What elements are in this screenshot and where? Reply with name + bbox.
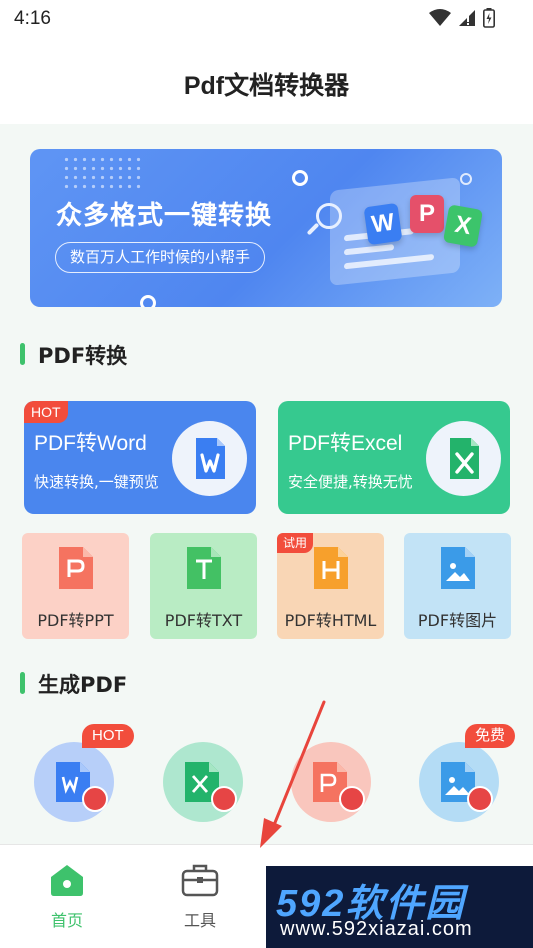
image-doc-icon bbox=[441, 547, 475, 589]
signal-icon bbox=[459, 10, 475, 26]
banner-ring-decoration bbox=[460, 173, 472, 185]
txt-doc-icon bbox=[187, 547, 221, 589]
main-content[interactable]: 众多格式一键转换 数百万人工作时候的小帮手 W P X PDF转换 HOT PD… bbox=[0, 124, 533, 844]
tab-label: 首页 bbox=[50, 911, 83, 930]
card-label: PDF转图片 bbox=[417, 611, 498, 630]
home-icon bbox=[51, 865, 83, 896]
section-title-pdf-convert: PDF转换 bbox=[20, 340, 127, 370]
pdf-to-txt-card[interactable]: PDF转TXT bbox=[150, 533, 257, 639]
html-doc-icon bbox=[314, 547, 348, 589]
word-tile-icon: W bbox=[363, 202, 403, 246]
ppt-doc-icon bbox=[59, 547, 93, 589]
banner-dots-decoration bbox=[62, 155, 142, 191]
pdf-to-ppt-card[interactable]: PDF转PPT bbox=[22, 533, 129, 639]
card-subtitle: 快速转换,一键预览 bbox=[34, 473, 159, 491]
excel-doc-icon bbox=[426, 421, 501, 496]
pdf-to-image-card[interactable]: PDF转图片 bbox=[404, 533, 511, 639]
hot-badge: HOT bbox=[82, 724, 134, 748]
promo-banner[interactable]: 众多格式一键转换 数百万人工作时候的小帮手 W P X bbox=[30, 149, 502, 307]
magnifier-handle bbox=[306, 222, 320, 236]
free-badge: 免费 bbox=[465, 724, 516, 748]
card-label: PDF转PPT bbox=[37, 611, 114, 630]
excel-tile-icon: X bbox=[442, 204, 484, 248]
card-label: PDF转TXT bbox=[164, 611, 243, 630]
status-bar: 4:16 bbox=[0, 0, 533, 38]
pdf-to-word-card[interactable]: HOT PDF转Word 快速转换,一键预览 bbox=[24, 401, 256, 514]
card-title: PDF转Word bbox=[34, 432, 147, 455]
pdf-badge-icon bbox=[339, 786, 365, 812]
ppt-tile-icon: P bbox=[410, 195, 444, 233]
banner-headline: 众多格式一键转换 bbox=[56, 201, 273, 231]
pdf-badge-icon bbox=[82, 786, 108, 812]
image-to-pdf-button[interactable] bbox=[419, 742, 499, 822]
word-doc-icon bbox=[172, 421, 247, 496]
card-subtitle: 安全便捷,转换无忧 bbox=[288, 473, 413, 491]
card-label: PDF转HTML bbox=[284, 611, 377, 630]
excel-to-pdf-button[interactable] bbox=[163, 742, 243, 822]
battery-icon bbox=[483, 8, 495, 28]
tab-tools[interactable]: 工具 bbox=[150, 863, 250, 931]
tab-label: 工具 bbox=[183, 911, 216, 930]
status-time: 4:16 bbox=[14, 8, 51, 29]
banner-ring-decoration bbox=[140, 295, 156, 307]
ppt-to-pdf-button[interactable] bbox=[291, 742, 371, 822]
toolbox-icon bbox=[181, 864, 219, 897]
pdf-badge-icon bbox=[467, 786, 493, 812]
magnifier-icon bbox=[316, 203, 342, 229]
pdf-to-excel-card[interactable]: PDF转Excel 安全便捷,转换无忧 bbox=[278, 401, 510, 514]
banner-ring-decoration bbox=[292, 170, 308, 186]
watermark-logo: 592软件园 www.592xiazai.com bbox=[266, 866, 533, 948]
word-to-pdf-button[interactable] bbox=[34, 742, 114, 822]
hot-badge: HOT bbox=[24, 401, 68, 423]
section-title-generate-pdf: 生成PDF bbox=[20, 669, 127, 699]
watermark-url: www.592xiazai.com bbox=[280, 918, 473, 940]
trial-badge: 试用 bbox=[277, 533, 314, 553]
wifi-icon bbox=[429, 9, 451, 26]
banner-subtitle: 数百万人工作时候的小帮手 bbox=[55, 242, 266, 273]
pdf-to-html-card[interactable]: 试用 PDF转HTML bbox=[277, 533, 384, 639]
status-icons bbox=[429, 8, 495, 28]
page-title: Pdf文档转换器 bbox=[183, 72, 350, 100]
tab-home[interactable]: 首页 bbox=[17, 863, 117, 931]
card-title: PDF转Excel bbox=[288, 432, 403, 455]
pdf-badge-icon bbox=[211, 786, 237, 812]
